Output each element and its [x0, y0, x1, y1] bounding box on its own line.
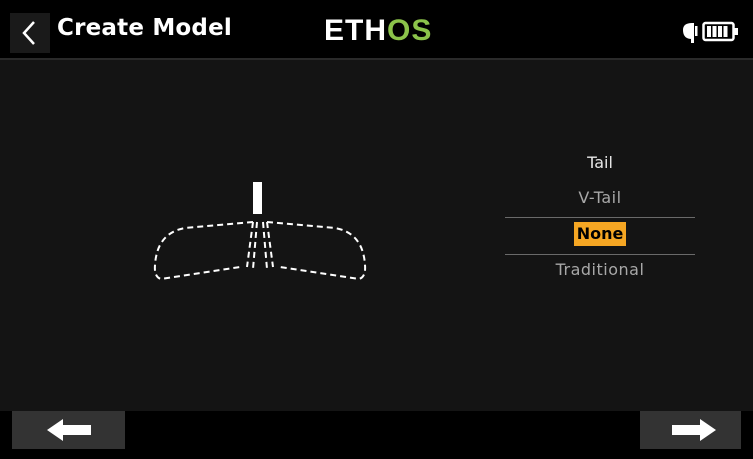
option-none[interactable]: None	[505, 218, 695, 250]
ethos-logo: ETHOS	[324, 14, 432, 48]
option-traditional[interactable]: Traditional	[505, 254, 695, 286]
arrow-left-icon	[47, 419, 91, 441]
logo-text-eth: ETH	[324, 14, 387, 47]
option-none-label: None	[573, 222, 627, 246]
header-bar: Create Model ETHOS	[0, 0, 753, 60]
page-title: Create Model	[57, 15, 232, 41]
arrow-right-icon	[672, 419, 716, 441]
option-v-tail[interactable]: V-Tail	[505, 182, 695, 214]
next-button[interactable]	[640, 411, 741, 449]
previous-button[interactable]	[12, 411, 125, 449]
footer-bar	[0, 411, 753, 459]
status-icons	[674, 20, 744, 48]
screen: Create Model ETHOS Tail V-Tail None Trad…	[0, 0, 753, 459]
antenna-icon	[683, 23, 698, 43]
tail-none-diagram-icon	[153, 182, 367, 281]
logo-text-os: OS	[387, 14, 433, 47]
selector-heading: Tail	[587, 153, 613, 172]
back-button[interactable]	[10, 13, 50, 53]
chevron-left-icon	[22, 21, 35, 45]
main-panel: Tail V-Tail None Traditional	[0, 60, 753, 411]
battery-icon	[702, 21, 738, 42]
